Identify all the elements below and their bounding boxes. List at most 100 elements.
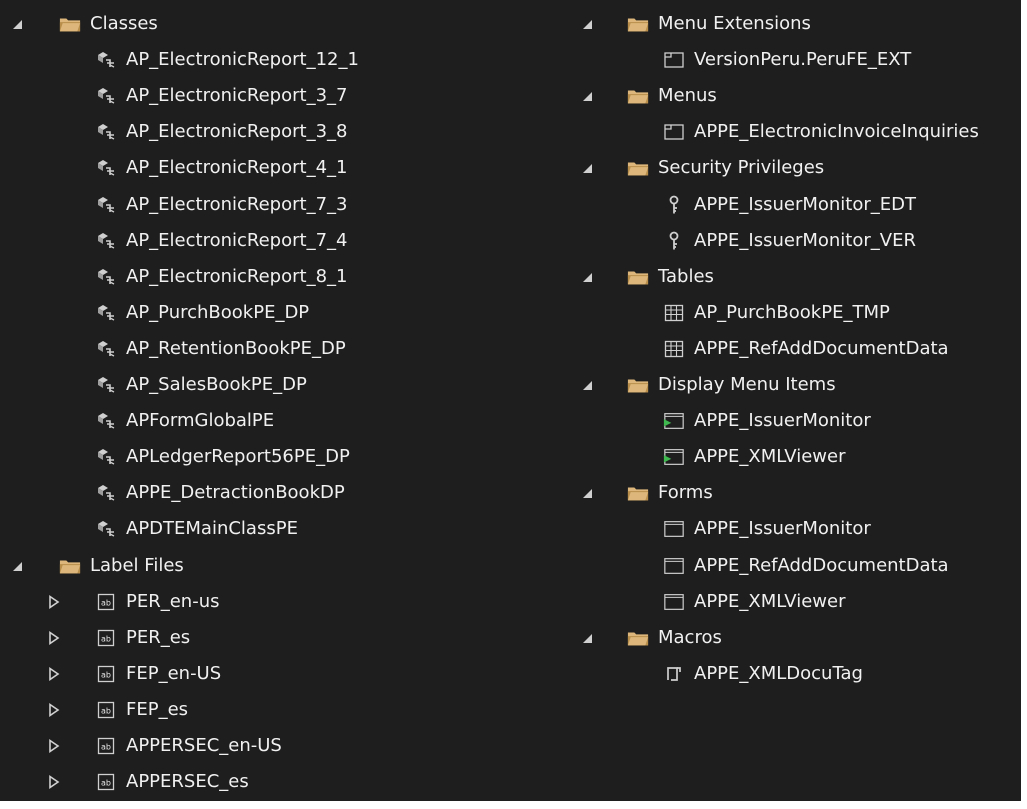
security-privileges-item[interactable]: APPE_IssuerMonitor_EDT [663, 187, 916, 223]
svg-text:ab: ab [101, 634, 111, 643]
folder-menus[interactable]: Menus [583, 78, 717, 114]
menu-extensions-item[interactable]: VersionPeru.PeruFE_EXT [663, 42, 911, 78]
class-icon [95, 231, 117, 251]
class-icon [95, 483, 117, 503]
tree-item-label: AP_PurchBookPE_TMP [694, 301, 890, 323]
expanded-triangle-icon[interactable] [580, 378, 594, 392]
collapsed-triangle-icon[interactable] [47, 594, 61, 609]
expanded-triangle-icon[interactable] [580, 89, 594, 103]
key-icon [663, 195, 685, 215]
folder-label: Tables [658, 265, 714, 287]
svg-text:ab: ab [101, 670, 111, 679]
macros-item[interactable]: APPE_XMLDocuTag [663, 656, 863, 692]
collapsed-triangle-icon[interactable] [47, 630, 61, 645]
class-item[interactable]: AP_ElectronicReport_4_1 [95, 150, 347, 186]
label-file-icon: ab [95, 772, 117, 792]
class-item[interactable]: AP_ElectronicReport_12_1 [95, 42, 359, 78]
tree-item-label: AP_PurchBookPE_DP [126, 301, 310, 323]
folder-macros[interactable]: Macros [583, 620, 722, 656]
label-file-icon: ab [95, 700, 117, 720]
forms-item[interactable]: APPE_RefAddDocumentData [663, 548, 949, 584]
expanded-triangle-icon[interactable] [580, 631, 594, 645]
display-menu-item-icon [663, 411, 685, 431]
class-item[interactable]: APLedgerReport56PE_DP [95, 439, 350, 475]
class-item[interactable]: AP_ElectronicReport_3_8 [95, 114, 347, 150]
class-item[interactable]: AP_ElectronicReport_7_3 [95, 187, 347, 223]
forms-item[interactable]: APPE_XMLViewer [663, 584, 846, 620]
expanded-triangle-icon[interactable] [10, 559, 24, 573]
label-file-item[interactable]: ab APPERSEC_es [49, 764, 249, 800]
label-file-item[interactable]: ab PER_es [49, 620, 191, 656]
tree-item-label: AP_ElectronicReport_3_8 [126, 121, 348, 143]
collapsed-triangle-icon[interactable] [47, 775, 61, 790]
folder-menu-extensions[interactable]: Menu Extensions [583, 6, 811, 42]
folder-label: Security Privileges [658, 157, 825, 179]
class-item[interactable]: APPE_DetractionBookDP [95, 475, 345, 511]
tables-item[interactable]: AP_PurchBookPE_TMP [663, 295, 890, 331]
label-file-item[interactable]: ab FEP_es [49, 692, 189, 728]
menu-icon [663, 50, 685, 70]
display-menu-items-item[interactable]: APPE_IssuerMonitor [663, 403, 871, 439]
class-item[interactable]: AP_ElectronicReport_8_1 [95, 259, 347, 295]
security-privileges-item[interactable]: APPE_IssuerMonitor_VER [663, 223, 916, 259]
class-item[interactable]: AP_RetentionBookPE_DP [95, 331, 346, 367]
tree-item-label: APPE_DetractionBookDP [126, 482, 345, 504]
tables-item[interactable]: APPE_RefAddDocumentData [663, 331, 949, 367]
tree-item-label: APPERSEC_es [126, 771, 249, 793]
collapsed-triangle-icon[interactable] [47, 739, 61, 753]
folder-icon [627, 267, 649, 287]
folder-label: Classes [90, 13, 158, 34]
folder-label: Macros [658, 626, 722, 648]
expanded-triangle-icon[interactable] [580, 270, 594, 284]
tree-item-label: FEP_es [126, 698, 189, 720]
folder-security-privileges[interactable]: Security Privileges [583, 150, 825, 186]
folder-icon [627, 483, 649, 503]
folder-classes[interactable]: Classes [13, 6, 158, 42]
class-item[interactable]: AP_SalesBookPE_DP [95, 367, 307, 403]
menus-item[interactable]: APPE_ElectronicInvoiceInquiries [663, 114, 979, 150]
class-item[interactable]: AP_ElectronicReport_7_4 [95, 223, 347, 259]
forms-item[interactable]: APPE_IssuerMonitor [663, 511, 871, 547]
label-file-item[interactable]: ab PER_en-us [49, 584, 220, 620]
folder-label: Menus [658, 85, 717, 107]
collapsed-triangle-icon[interactable] [47, 666, 61, 681]
display-menu-items-item[interactable]: APPE_XMLViewer [663, 439, 846, 475]
tree-item-label: APPE_XMLDocuTag [694, 662, 863, 684]
folder-tables[interactable]: Tables [583, 259, 714, 295]
tree-item-label: APPE_IssuerMonitor_VER [694, 229, 916, 251]
tree-item-label: AP_RetentionBookPE_DP [126, 337, 346, 359]
menu-icon [663, 122, 685, 142]
tree-item-label: APDTEMainClassPE [126, 518, 298, 540]
label-file-icon: ab [95, 592, 117, 612]
class-item[interactable]: AP_PurchBookPE_DP [95, 295, 309, 331]
class-icon [95, 519, 117, 539]
tree-item-label: APPE_XMLViewer [694, 590, 846, 612]
class-item[interactable]: APFormGlobalPE [95, 403, 274, 439]
class-item[interactable]: APDTEMainClassPE [95, 511, 298, 547]
expanded-triangle-icon[interactable] [580, 161, 594, 175]
expanded-triangle-icon[interactable] [580, 486, 594, 500]
label-file-item[interactable]: ab FEP_en-US [49, 656, 222, 692]
label-file-item[interactable]: ab APPERSEC_en-US [49, 728, 282, 764]
expanded-triangle-icon[interactable] [10, 17, 24, 31]
tree-item-label: FEP_en-US [126, 662, 222, 684]
class-icon [95, 447, 117, 467]
tree-item-label: VersionPeru.PeruFE_EXT [694, 49, 912, 71]
folder-icon [59, 14, 81, 34]
folder-label-files[interactable]: Label Files [13, 548, 184, 584]
form-icon [663, 592, 685, 612]
display-menu-item-icon [663, 447, 685, 467]
folder-icon [627, 628, 649, 648]
table-icon [663, 303, 685, 323]
label-file-icon: ab [95, 628, 117, 648]
tree-item-label: APPE_RefAddDocumentData [694, 337, 949, 359]
expanded-triangle-icon[interactable] [580, 17, 594, 31]
folder-display-menu-items[interactable]: Display Menu Items [583, 367, 836, 403]
class-item[interactable]: AP_ElectronicReport_3_7 [95, 78, 347, 114]
collapsed-triangle-icon[interactable] [47, 702, 61, 717]
tree-item-label: PER_es [126, 626, 191, 648]
folder-forms[interactable]: Forms [583, 475, 713, 511]
tree-item-label: PER_en-us [126, 590, 220, 612]
svg-text:ab: ab [101, 743, 111, 752]
class-icon [95, 267, 117, 287]
